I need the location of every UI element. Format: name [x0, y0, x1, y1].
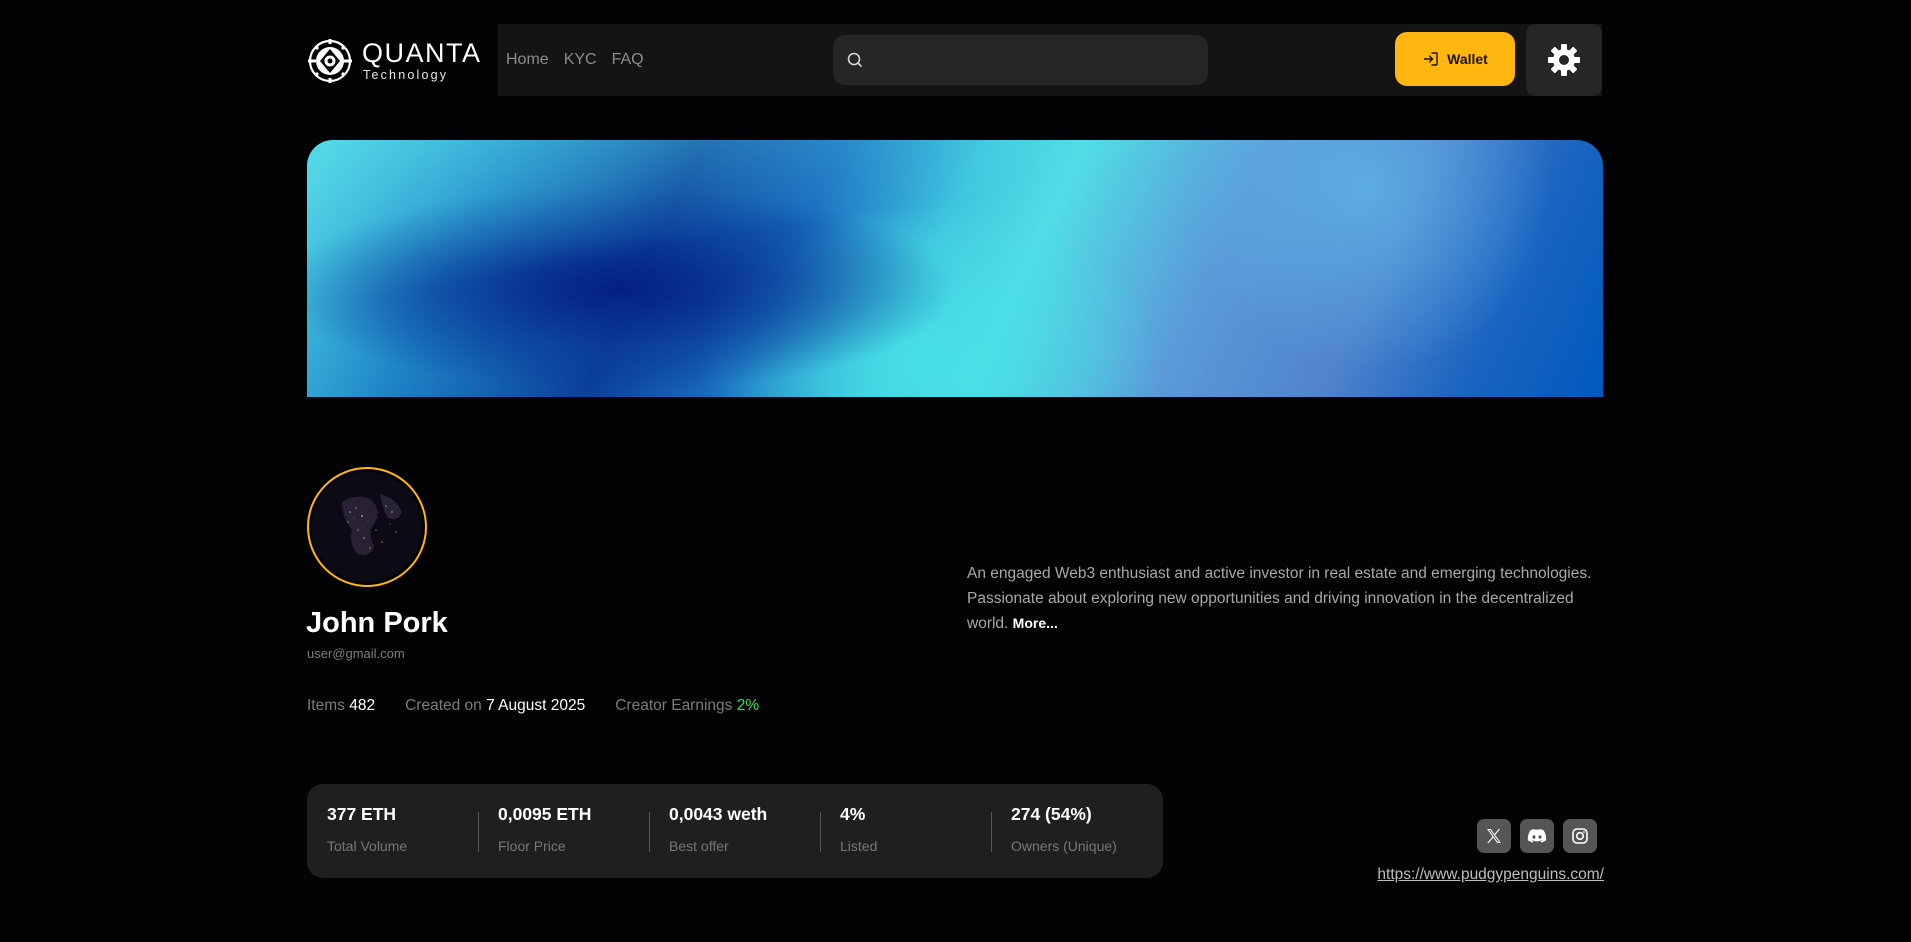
- brand-tagline: Technology: [363, 68, 449, 83]
- x-icon: [1487, 829, 1501, 843]
- meta-earnings: Creator Earnings 2%: [615, 697, 759, 715]
- search-icon: [847, 52, 862, 67]
- avatar-image: [312, 472, 422, 582]
- profile-name: John Pork: [306, 607, 448, 639]
- stat-owners: 274 (54%) Owners (Unique): [991, 784, 1162, 878]
- nav-link-faq[interactable]: FAQ: [612, 51, 644, 69]
- page: QUANTA Technology Home KYC FAQ Wallet Jo…: [0, 0, 1911, 942]
- stat-label: Owners (Unique): [1011, 838, 1117, 854]
- brand-name: QUANTA: [362, 38, 482, 69]
- stat-divider: [649, 812, 650, 852]
- social-links: [1477, 819, 1597, 853]
- meta-created-label: Created on: [405, 697, 482, 714]
- avatar[interactable]: [307, 467, 427, 587]
- brand-text: QUANTA Technology: [362, 40, 482, 82]
- stat-total-volume: 377 ETH Total Volume: [307, 784, 478, 878]
- meta-items-value: 482: [349, 697, 376, 714]
- earth-night-icon: [312, 472, 422, 582]
- search-bar[interactable]: [833, 35, 1208, 85]
- meta-created-value: 7 August 2025: [486, 697, 586, 714]
- profile-bio: An engaged Web3 enthusiast and active in…: [967, 561, 1607, 636]
- stat-value: 4%: [840, 804, 866, 824]
- nav-link-kyc[interactable]: KYC: [564, 51, 597, 69]
- collection-stats: 377 ETH Total Volume 0,0095 ETH Floor Pr…: [307, 784, 1163, 878]
- stat-value: 0,0043 weth: [669, 804, 768, 824]
- stat-value: 377 ETH: [327, 804, 397, 824]
- nav-link-home[interactable]: Home: [506, 51, 549, 69]
- bio-text: An engaged Web3 enthusiast and active in…: [967, 565, 1592, 632]
- stat-listed: 4% Listed: [820, 784, 991, 878]
- stat-label: Listed: [840, 838, 878, 854]
- stat-divider: [478, 812, 479, 852]
- stat-value: 0,0095 ETH: [498, 804, 592, 824]
- login-icon: [1423, 52, 1438, 66]
- x-link-button[interactable]: [1477, 819, 1511, 853]
- search-input[interactable]: [875, 35, 1195, 85]
- wallet-button[interactable]: Wallet: [1395, 32, 1515, 86]
- meta-earnings-label: Creator Earnings: [615, 697, 733, 714]
- bio-more-link[interactable]: More...: [1013, 615, 1058, 631]
- stat-divider: [820, 812, 821, 852]
- banner-glow: [307, 140, 1603, 397]
- gear-icon: [1548, 44, 1580, 76]
- profile-email: user@gmail.com: [307, 646, 405, 661]
- stat-floor-price: 0,0095 ETH Floor Price: [478, 784, 649, 878]
- settings-button[interactable]: [1526, 24, 1602, 96]
- meta-created: Created on 7 August 2025: [405, 697, 585, 715]
- brand-logo[interactable]: QUANTA Technology: [307, 37, 482, 85]
- discord-icon: [1527, 829, 1547, 843]
- stat-value: 274 (54%): [1011, 804, 1092, 824]
- instagram-icon: [1572, 828, 1588, 844]
- stat-label: Floor Price: [498, 838, 566, 854]
- stat-label: Best offer: [669, 838, 729, 854]
- discord-link-button[interactable]: [1520, 819, 1554, 853]
- top-navbar: Home KYC FAQ Wallet: [498, 24, 1602, 96]
- wallet-button-label: Wallet: [1447, 51, 1488, 67]
- profile-banner: [307, 140, 1603, 397]
- stat-label: Total Volume: [327, 838, 408, 854]
- instagram-link-button[interactable]: [1563, 819, 1597, 853]
- quanta-logo-icon: [308, 39, 352, 83]
- meta-items-label: Items: [307, 697, 345, 714]
- stat-best-offer: 0,0043 weth Best offer: [649, 784, 820, 878]
- profile-meta: Items 482 Created on 7 August 2025 Creat…: [307, 697, 759, 715]
- meta-earnings-value: 2%: [736, 697, 760, 714]
- website-link[interactable]: https://www.pudgypenguins.com/: [1377, 866, 1604, 884]
- stat-divider: [991, 812, 992, 852]
- nav-links: Home KYC FAQ: [506, 24, 644, 96]
- meta-items: Items 482: [307, 697, 375, 715]
